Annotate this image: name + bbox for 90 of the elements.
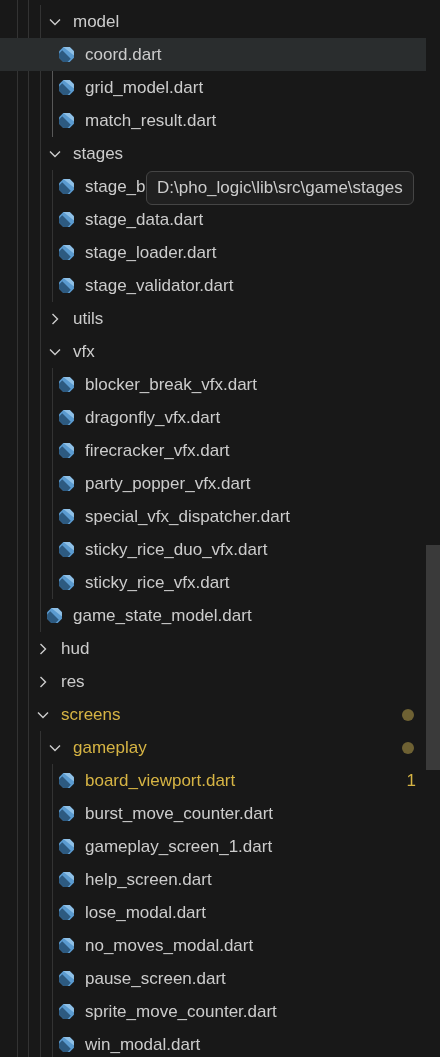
folder-name: hud: [61, 637, 90, 660]
file-row[interactable]: pause_screen.dart: [0, 962, 426, 995]
file-name: pause_screen.dart: [85, 967, 226, 990]
file-icon: [58, 211, 75, 228]
folder-name: model: [73, 10, 120, 33]
file-name: sprite_move_counter.dart: [85, 1000, 277, 1023]
file-row[interactable]: stage_validator.dart: [0, 269, 426, 302]
file-name: party_popper_vfx.dart: [85, 472, 251, 495]
file-name: no_moves_modal.dart: [85, 934, 254, 957]
file-row[interactable]: board_viewport.dart 1: [0, 764, 426, 797]
scrollbar-thumb[interactable]: [426, 545, 440, 770]
file-icon: [58, 79, 75, 96]
folder-row[interactable]: res: [0, 665, 426, 698]
file-row[interactable]: no_moves_modal.dart: [0, 929, 426, 962]
file-icon: [58, 1036, 75, 1053]
folder-row[interactable]: model: [0, 5, 426, 38]
file-row[interactable]: coord.dart: [0, 38, 426, 71]
file-row[interactable]: match_result.dart: [0, 104, 426, 137]
file-name: blocker_break_vfx.dart: [85, 373, 257, 396]
folder-row[interactable]: hud: [0, 632, 426, 665]
file-icon: [58, 574, 75, 591]
file-icon: [58, 475, 75, 492]
file-name: board_viewport.dart: [85, 769, 236, 792]
file-row[interactable]: gameplay_screen_1.dart: [0, 830, 426, 863]
folder-name: stages: [73, 142, 124, 165]
file-row[interactable]: stage_data.dart: [0, 203, 426, 236]
file-icon: [58, 46, 75, 63]
file-icon: [58, 409, 75, 426]
folder-row[interactable]: vfx: [0, 335, 426, 368]
file-icon: [58, 904, 75, 921]
file-name: gameplay_screen_1.dart: [85, 835, 273, 858]
folder-row[interactable]: gameplay: [0, 731, 426, 764]
folder-row[interactable]: stages: [0, 137, 426, 170]
file-row[interactable]: win_modal.dart: [0, 1028, 426, 1057]
folder-row[interactable]: utils: [0, 302, 426, 335]
file-name: game_state_model.dart: [73, 604, 252, 627]
file-name: win_modal.dart: [85, 1033, 201, 1056]
file-icon: [58, 244, 75, 261]
file-icon: [58, 277, 75, 294]
file-name: sticky_rice_duo_vfx.dart: [85, 538, 268, 561]
file-name: help_screen.dart: [85, 868, 212, 891]
file-row[interactable]: lose_modal.dart: [0, 896, 426, 929]
file-row[interactable]: dragonfly_vfx.dart: [0, 401, 426, 434]
file-name: stage_validator.dart: [85, 274, 234, 297]
file-row[interactable]: grid_model.dart: [0, 71, 426, 104]
file-row[interactable]: burst_move_counter.dart: [0, 797, 426, 830]
problem-count: 1: [406, 769, 416, 792]
file-icon: [58, 508, 75, 525]
file-name: sticky_rice_vfx.dart: [85, 571, 230, 594]
file-icon: [46, 607, 63, 624]
file-row[interactable]: sprite_move_counter.dart: [0, 995, 426, 1028]
file-name: firecracker_vfx.dart: [85, 439, 230, 462]
folder-name: screens: [61, 703, 121, 726]
file-icon: [58, 541, 75, 558]
folder-name: vfx: [73, 340, 95, 363]
folder-name: res: [61, 670, 85, 693]
file-icon: [58, 442, 75, 459]
file-row[interactable]: stage_loader.dart: [0, 236, 426, 269]
file-name: coord.dart: [85, 43, 162, 66]
file-name: stage_b: [85, 175, 146, 198]
file-icon: [58, 937, 75, 954]
file-icon: [58, 112, 75, 129]
file-icon: [58, 772, 75, 789]
path-tooltip: D:\pho_logic\lib\src\game\stages: [146, 171, 414, 205]
file-icon: [58, 178, 75, 195]
file-name: stage_data.dart: [85, 208, 204, 231]
folder-row[interactable]: screens: [0, 698, 426, 731]
file-row[interactable]: blocker_break_vfx.dart: [0, 368, 426, 401]
file-row[interactable]: party_popper_vfx.dart: [0, 467, 426, 500]
file-name: dragonfly_vfx.dart: [85, 406, 221, 429]
file-row[interactable]: sticky_rice_duo_vfx.dart: [0, 533, 426, 566]
file-name: lose_modal.dart: [85, 901, 206, 924]
folder-name: gameplay: [73, 736, 147, 759]
file-row[interactable]: help_screen.dart: [0, 863, 426, 896]
file-name: stage_loader.dart: [85, 241, 217, 264]
file-name: special_vfx_dispatcher.dart: [85, 505, 291, 528]
file-icon: [58, 838, 75, 855]
file-icon: [58, 376, 75, 393]
file-icon: [58, 805, 75, 822]
file-name: match_result.dart: [85, 109, 217, 132]
file-icon: [58, 1003, 75, 1020]
file-row[interactable]: special_vfx_dispatcher.dart: [0, 500, 426, 533]
folder-name: utils: [73, 307, 104, 330]
file-row[interactable]: sticky_rice_vfx.dart: [0, 566, 426, 599]
file-icon: [58, 871, 75, 888]
file-row[interactable]: game_state_model.dart: [0, 599, 426, 632]
file-icon: [58, 970, 75, 987]
file-name: burst_move_counter.dart: [85, 802, 274, 825]
file-name: grid_model.dart: [85, 76, 204, 99]
file-row[interactable]: firecracker_vfx.dart: [0, 434, 426, 467]
